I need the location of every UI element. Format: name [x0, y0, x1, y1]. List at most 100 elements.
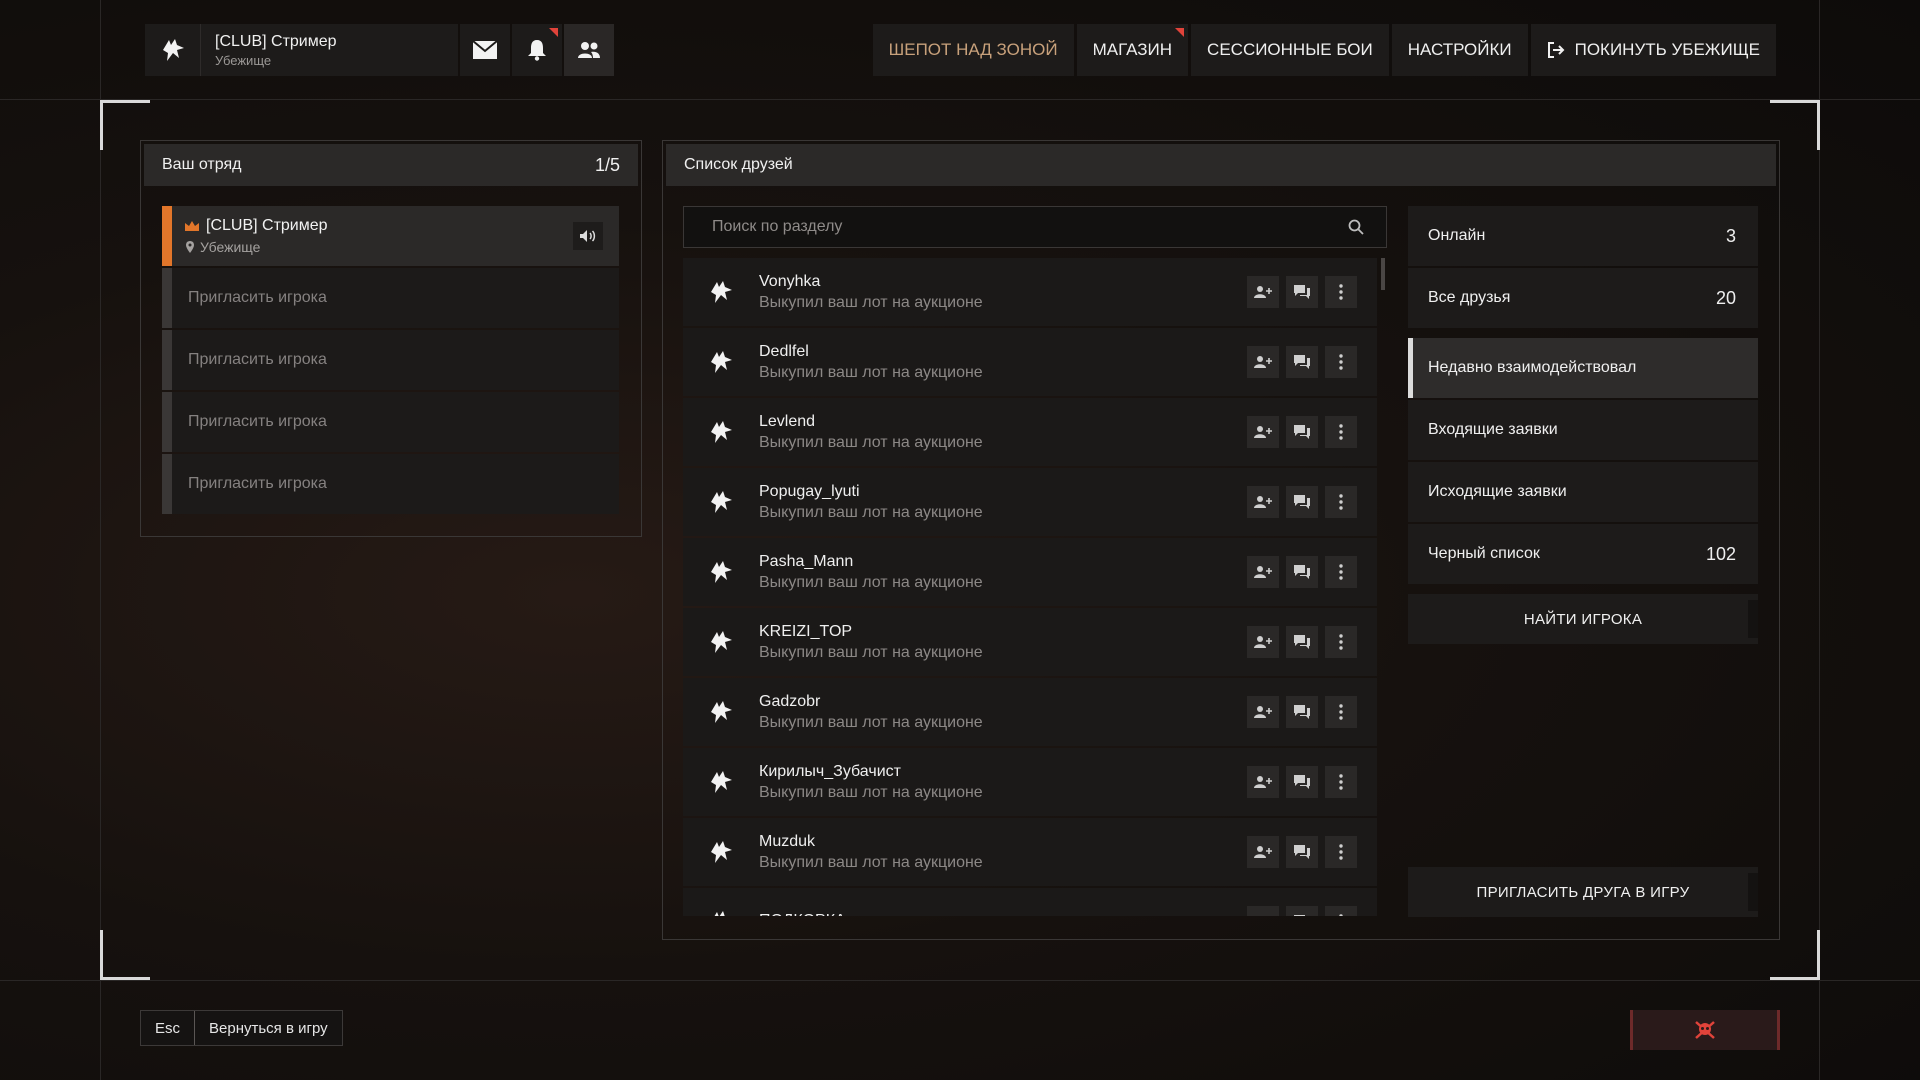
friends-scrollbar[interactable]: [1381, 258, 1385, 290]
friend-status: Выкупил ваш лот на аукционе: [759, 713, 983, 731]
more-options-button[interactable]: [1325, 696, 1357, 728]
button-edge: [1748, 873, 1758, 911]
invite-friend-button[interactable]: ПРИГЛАСИТЬ ДРУГА В ИГРУ: [1408, 867, 1758, 917]
squad-count: 1/5: [594, 154, 620, 175]
friend-row[interactable]: Кирилыч_Зубачист Выкупил ваш лот на аукц…: [683, 748, 1377, 816]
chat-button[interactable]: [1286, 696, 1318, 728]
friends-title: Список друзей: [684, 156, 793, 173]
friend-name: Levlend: [759, 412, 816, 430]
more-options-button[interactable]: [1325, 556, 1357, 588]
add-to-squad-button[interactable]: [1247, 696, 1279, 728]
category-count: 3: [1725, 225, 1736, 246]
category-online[interactable]: Онлайн 3: [1408, 206, 1758, 266]
more-options-button[interactable]: [1325, 486, 1357, 518]
more-options-button[interactable]: [1325, 346, 1357, 378]
chat-button[interactable]: [1286, 556, 1318, 588]
chat-icon: [1294, 635, 1310, 649]
back-to-game-label: Вернуться в игру: [209, 1019, 328, 1037]
player-name: [CLUB] Стример: [215, 32, 337, 50]
friend-avatar-icon: [683, 418, 759, 446]
invite-slot[interactable]: Пригласить игрока: [162, 330, 619, 390]
find-player-button[interactable]: НАЙТИ ИГРОКА: [1408, 594, 1758, 644]
chat-icon: [1294, 565, 1310, 579]
chat-button[interactable]: [1286, 276, 1318, 308]
chat-button[interactable]: [1286, 486, 1318, 518]
category-blacklist[interactable]: Черный список 102: [1408, 524, 1758, 584]
friend-status: Выкупил ваш лот на аукционе: [759, 783, 983, 801]
chat-button[interactable]: [1286, 906, 1318, 916]
friend-row[interactable]: Levlend Выкупил ваш лот на аукционе: [683, 398, 1377, 466]
more-vertical-icon: [1339, 564, 1343, 580]
voice-toggle-button[interactable]: [573, 222, 603, 250]
notifications-button[interactable]: [512, 24, 562, 76]
friend-row[interactable]: Dedlfel Выкупил ваш лот на аукционе: [683, 328, 1377, 396]
add-to-squad-button[interactable]: [1247, 906, 1279, 916]
category-label: Черный список: [1428, 545, 1540, 562]
chat-button[interactable]: [1286, 766, 1318, 798]
add-to-squad-button[interactable]: [1247, 276, 1279, 308]
add-to-squad-button[interactable]: [1247, 836, 1279, 868]
slot-accent: [162, 392, 172, 452]
add-to-squad-button[interactable]: [1247, 766, 1279, 798]
friends-search: [683, 206, 1387, 248]
search-icon[interactable]: [1348, 219, 1364, 235]
friend-avatar-icon: [683, 908, 759, 916]
category-outgoing[interactable]: Исходящие заявки: [1408, 462, 1758, 522]
exit-icon: [1547, 42, 1565, 58]
chat-button[interactable]: [1286, 836, 1318, 868]
more-options-button[interactable]: [1325, 276, 1357, 308]
more-options-button[interactable]: [1325, 416, 1357, 448]
nav-whisper[interactable]: ШЕПОТ НАД ЗОНОЙ: [872, 24, 1074, 76]
chat-icon: [1294, 355, 1310, 369]
friend-status: Выкупил ваш лот на аукционе: [759, 573, 983, 591]
invite-friend-label: ПРИГЛАСИТЬ ДРУГА В ИГРУ: [1476, 883, 1690, 901]
friend-row[interactable]: Muzduk Выкупил ваш лот на аукционе: [683, 818, 1377, 886]
chat-button[interactable]: [1286, 626, 1318, 658]
more-vertical-icon: [1339, 494, 1343, 510]
more-options-button[interactable]: [1325, 836, 1357, 868]
invite-slot[interactable]: Пригласить игрока: [162, 268, 619, 328]
add-to-squad-button[interactable]: [1247, 626, 1279, 658]
friend-name: Popugay_lyuti: [759, 482, 860, 500]
frame-corner-bl: [100, 930, 150, 980]
friend-row[interactable]: Vonyhka Выкупил ваш лот на аукционе: [683, 258, 1377, 326]
friend-row[interactable]: KREIZI_TOP Выкупил ваш лот на аукционе: [683, 608, 1377, 676]
friend-avatar-icon: [683, 628, 759, 656]
chat-button[interactable]: [1286, 346, 1318, 378]
search-input[interactable]: [712, 218, 1312, 236]
category-recent[interactable]: Недавно взаимодействовал: [1408, 338, 1758, 398]
chat-button[interactable]: [1286, 416, 1318, 448]
category-incoming[interactable]: Входящие заявки: [1408, 400, 1758, 460]
back-to-game-button[interactable]: Esc Вернуться в игру: [140, 1010, 343, 1046]
nav-leave-shelter[interactable]: ПОКИНУТЬ УБЕЖИЩЕ: [1530, 24, 1776, 76]
player-profile[interactable]: [CLUB] Стример Убежище: [145, 24, 458, 76]
friend-status: Выкупил ваш лот на аукционе: [759, 643, 983, 661]
nav-settings[interactable]: НАСТРОЙКИ: [1391, 24, 1528, 76]
category-all-friends[interactable]: Все друзья 20: [1408, 268, 1758, 328]
more-options-button[interactable]: [1325, 766, 1357, 798]
nav-shop[interactable]: МАГАЗИН: [1076, 24, 1189, 76]
add-to-squad-button[interactable]: [1247, 556, 1279, 588]
nav-session-battles[interactable]: СЕССИОННЫЕ БОИ: [1191, 24, 1389, 76]
add-to-squad-button[interactable]: [1247, 416, 1279, 448]
friend-row[interactable]: Pasha_Mann Выкупил ваш лот на аукционе: [683, 538, 1377, 606]
mail-button[interactable]: [460, 24, 510, 76]
friend-name: Dedlfel: [759, 342, 809, 360]
esc-key: Esc: [141, 1011, 196, 1045]
friend-row[interactable]: Gadzobr Выкупил ваш лот на аукционе: [683, 678, 1377, 746]
more-options-button[interactable]: [1325, 626, 1357, 658]
quit-button[interactable]: [1630, 1010, 1780, 1050]
more-vertical-icon: [1339, 844, 1343, 860]
button-edge: [1748, 600, 1758, 638]
invite-slot[interactable]: Пригласить игрока: [162, 454, 619, 514]
add-to-squad-button[interactable]: [1247, 486, 1279, 518]
friends-button[interactable]: [564, 24, 614, 76]
friend-row[interactable]: Popugay_lyuti Выкупил ваш лот на аукцион…: [683, 468, 1377, 536]
more-options-button[interactable]: [1325, 906, 1357, 916]
friend-avatar-icon: [683, 768, 759, 796]
add-to-squad-button[interactable]: [1247, 346, 1279, 378]
friend-row[interactable]: ПОДКОРКА: [683, 888, 1377, 916]
squad-leader[interactable]: [CLUB] Стример Убежище: [162, 206, 619, 266]
frame-left-line: [100, 0, 101, 1080]
invite-slot[interactable]: Пригласить игрока: [162, 392, 619, 452]
